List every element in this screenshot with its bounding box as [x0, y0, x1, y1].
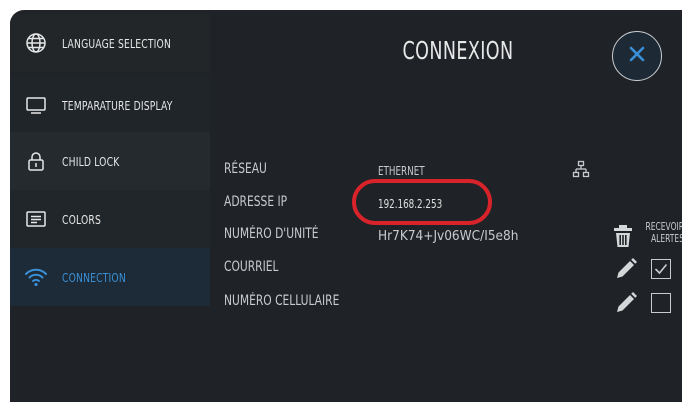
- edit-phone-pencil-icon[interactable]: [614, 291, 638, 319]
- ip-highlight-circle: [352, 179, 492, 225]
- settings-screen: LANGUAGE SELECTION TEMPARATURE DISPLAY C…: [10, 10, 682, 402]
- network-label: RÉSEAU: [224, 161, 267, 177]
- sidebar-item-label: LANGUAGE SELECTION: [62, 35, 172, 51]
- network-value: ETHERNET: [378, 163, 425, 178]
- sidebar-item-temperature[interactable]: TEMPARATURE DISPLAY: [10, 76, 210, 134]
- network-icon: [572, 160, 590, 182]
- text-lines-icon: [24, 207, 48, 231]
- email-label: COURRIEL: [224, 259, 279, 275]
- edit-email-pencil-icon[interactable]: [614, 257, 638, 285]
- email-alert-checkbox[interactable]: [651, 259, 671, 279]
- sidebar-item-label: CHILD LOCK: [62, 153, 120, 169]
- unit-number-label: NUMÉRO D'UNITÉ: [224, 226, 319, 242]
- globe-icon: [24, 31, 48, 55]
- receive-alerts-label: RECEVOIR ALERTES: [645, 221, 682, 245]
- wifi-icon: [24, 265, 48, 289]
- unit-number-value: Hr7K74+Jv06WC/I5e8h: [378, 228, 519, 244]
- page-title: CONNEXION: [402, 36, 514, 65]
- sidebar-item-connection[interactable]: CONNECTION: [10, 248, 210, 306]
- close-icon: [628, 45, 646, 67]
- sidebar-item-language[interactable]: LANGUAGE SELECTION: [10, 14, 210, 72]
- sidebar-item-label: COLORS: [62, 211, 101, 227]
- monitor-icon: [24, 93, 48, 117]
- sidebar-item-child-lock[interactable]: CHILD LOCK: [10, 132, 210, 190]
- checkmark-icon: [654, 263, 668, 275]
- sidebar-item-colors[interactable]: COLORS: [10, 190, 210, 248]
- connection-panel: CONNEXION RÉSEAU ADRESSE IP NUMÉRO D'UNI…: [210, 10, 682, 402]
- lock-icon: [24, 149, 48, 173]
- phone-alert-checkbox[interactable]: [651, 293, 671, 313]
- phone-label: NUMÉRO CELLULAIRE: [224, 293, 340, 309]
- sidebar: LANGUAGE SELECTION TEMPARATURE DISPLAY C…: [10, 10, 210, 402]
- sidebar-item-label: TEMPARATURE DISPLAY: [62, 97, 173, 113]
- sidebar-item-label: CONNECTION: [62, 269, 126, 285]
- ip-address-label: ADRESSE IP: [224, 194, 288, 210]
- close-button[interactable]: [612, 31, 662, 81]
